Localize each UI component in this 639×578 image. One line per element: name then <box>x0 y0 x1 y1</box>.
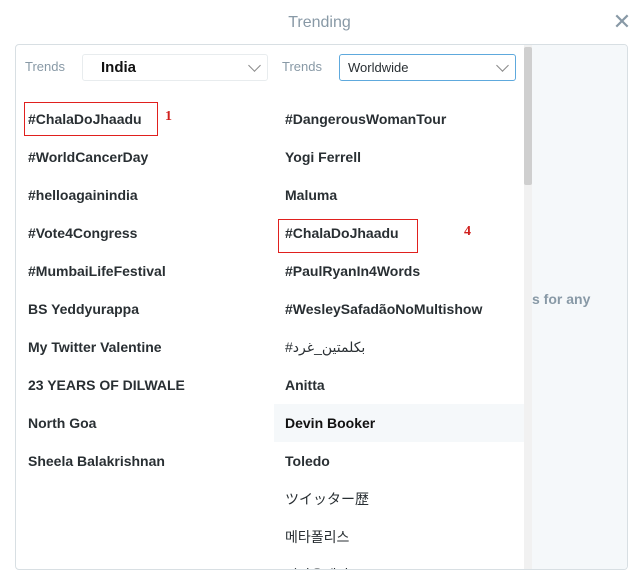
scroll-thumb[interactable] <box>524 47 532 185</box>
left-trends-column: Trends India #ChalaDoJhaadu #WorldCancerD… <box>16 45 274 569</box>
worldwide-trends-column: Trends Worldwide #DangerousWomanTour Yogi… <box>274 45 524 569</box>
trend-item[interactable]: #DangerousWomanTour <box>274 100 524 138</box>
trend-item[interactable]: Anitta <box>274 366 524 404</box>
location-select-left[interactable]: India <box>82 54 268 81</box>
location-select-worldwide[interactable]: Worldwide <box>339 54 516 81</box>
trends-label-middle: Trends <box>282 59 322 74</box>
trend-item[interactable]: 23 YEARS OF DILWALE <box>16 366 274 404</box>
trend-item[interactable]: #Vote4Congress <box>16 214 274 252</box>
dialog-title: Trending <box>288 14 351 31</box>
annotation-marker-worldwide: 4 <box>464 224 471 239</box>
location-value-worldwide: Worldwide <box>348 60 409 75</box>
highlight-box-worldwide <box>278 219 418 253</box>
trend-item[interactable]: Devin Booker <box>274 404 524 442</box>
trend-item[interactable]: North Goa <box>16 404 274 442</box>
trend-item[interactable]: #بكلمتين_غرد <box>274 328 524 366</box>
trend-item[interactable]: Toledo <box>274 442 524 480</box>
trend-item[interactable]: #WesleySafadãoNoMultishow <box>274 290 524 328</box>
trend-item[interactable]: 메타폴리스 <box>274 518 524 556</box>
trends-label-left: Trends <box>25 59 65 74</box>
trends-panel: Trends India #ChalaDoJhaadu #WorldCancerD… <box>15 44 628 570</box>
right-info-column: s for any <box>532 45 627 569</box>
trend-item[interactable]: 김나운제작도 <box>274 556 524 569</box>
annotation-marker-left: 1 <box>165 109 172 124</box>
trend-item[interactable]: #MumbaiLifeFestival <box>16 252 274 290</box>
trend-item[interactable]: Maluma <box>274 176 524 214</box>
chevron-down-icon <box>248 59 261 72</box>
close-icon[interactable]: ✕ <box>610 8 634 36</box>
chevron-down-icon <box>496 59 509 72</box>
trend-item[interactable]: Sheela Balakrishnan <box>16 442 274 480</box>
trend-item[interactable]: My Twitter Valentine <box>16 328 274 366</box>
scrollbar[interactable] <box>524 45 532 569</box>
highlight-box-left <box>24 102 158 136</box>
trend-list-worldwide: #DangerousWomanTour Yogi Ferrell Maluma #Ch… <box>274 100 524 569</box>
location-value-left: India <box>101 59 137 76</box>
trend-item[interactable]: BS Yeddyurappa <box>16 290 274 328</box>
right-info-text: s for any <box>532 291 591 307</box>
trend-list-left: #ChalaDoJhaadu #WorldCancerDay #helloagain… <box>16 100 274 480</box>
trend-item[interactable]: #helloagainindia <box>16 176 274 214</box>
trend-item[interactable]: #WorldCancerDay <box>16 138 274 176</box>
trend-item[interactable]: Yogi Ferrell <box>274 138 524 176</box>
trend-item[interactable]: ツイッター歴 <box>274 480 524 518</box>
trend-item[interactable]: #PaulRyanIn4Words <box>274 252 524 290</box>
